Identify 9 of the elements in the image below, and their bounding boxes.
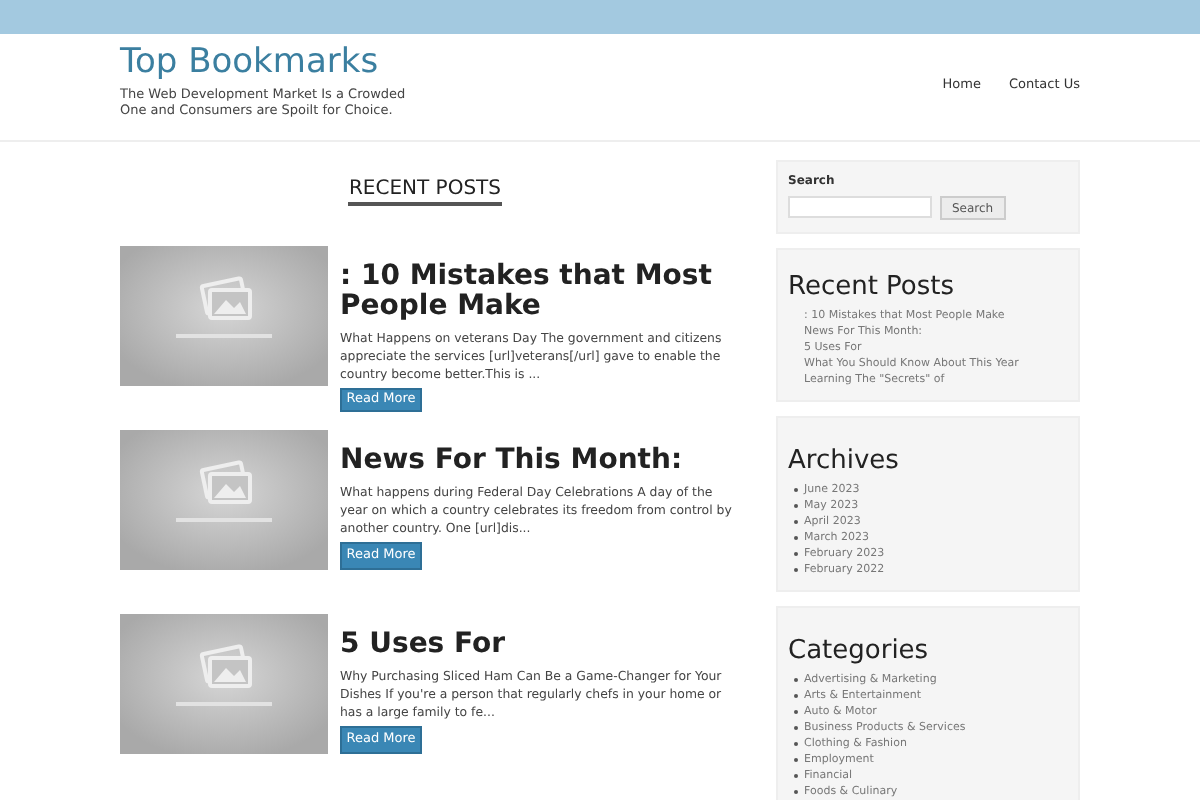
- post-title[interactable]: News For This Month:: [340, 430, 732, 476]
- site-title[interactable]: Top Bookmarks: [120, 38, 420, 86]
- post-title[interactable]: 5 Uses For: [340, 614, 732, 660]
- widget-title: Categories: [788, 636, 931, 668]
- section-heading: RECENT POSTS: [348, 178, 502, 206]
- widget-title: Recent Posts: [788, 272, 957, 304]
- search-field[interactable]: [788, 196, 932, 218]
- widget-title: Archives: [788, 446, 901, 478]
- post-title[interactable]: : 10 Mistakes that Most People Make: [340, 246, 732, 322]
